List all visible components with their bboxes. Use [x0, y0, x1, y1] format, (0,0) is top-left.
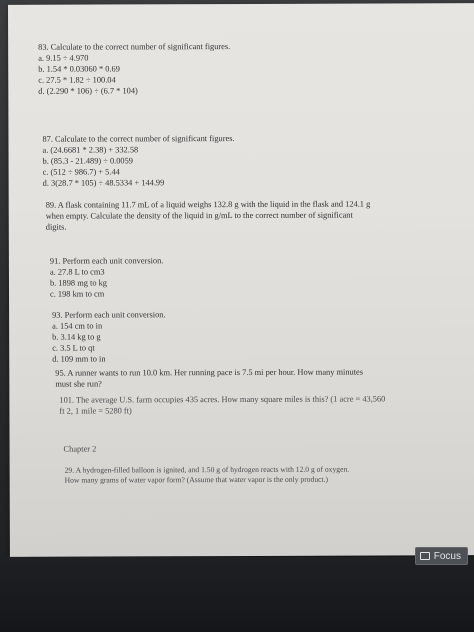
- q95-line2: must she run?: [55, 379, 102, 389]
- q93-title: 93. Perform each unit conversion.: [52, 310, 166, 320]
- focus-icon: [419, 552, 430, 560]
- q91-b: b. 1898 mg to kg: [49, 278, 107, 288]
- worksheet-page: 83. Calculate to the correct number of s…: [8, 3, 474, 557]
- q93-d: d. 109 mm to in: [52, 354, 106, 364]
- q101-line2: ft 2, 1 mile = 5280 ft): [59, 406, 132, 416]
- q91-c: c. 198 km to cm: [49, 289, 105, 299]
- q93-a: a. 154 cm to in: [52, 321, 103, 331]
- q101-line1: 101. The average U.S. farm occupies 435 …: [59, 394, 386, 405]
- q91-title: 91. Perform each unit conversion.: [49, 256, 164, 266]
- q87-d: d. 3(28.7 * 105) ÷ 48.5334 + 144.99: [42, 178, 165, 188]
- q83-title: 83. Calculate to the correct number of s…: [38, 42, 231, 52]
- q87-title: 87. Calculate to the correct number of s…: [42, 134, 235, 144]
- q87-c: c. (512 ÷ 986.7) + 5.44: [42, 167, 120, 177]
- q91-a: a. 27.8 L to cm3: [49, 267, 105, 277]
- chapter-heading: Chapter 2: [63, 444, 97, 454]
- q83-a: a. 9.15 ÷ 4.970: [38, 53, 89, 63]
- focus-button[interactable]: Focus: [414, 547, 468, 565]
- q83-d: d. (2.290 * 106) ÷ (6.7 * 104): [38, 86, 138, 96]
- q87-b: b. (85.3 - 21.489) ÷ 0.0059: [42, 156, 134, 166]
- q89-line3: digits.: [45, 222, 67, 232]
- q83-b: b. 1.54 * 0.03060 * 0.69: [38, 64, 120, 74]
- q89-line2: when empty. Calculate the density of the…: [45, 210, 353, 221]
- focus-button-label: Focus: [433, 550, 461, 562]
- q83-c: c. 27.5 * 1.82 ÷ 100.04: [38, 75, 116, 85]
- q95-line1: 95. A runner wants to run 10.0 km. Her r…: [55, 367, 364, 378]
- q93-c: c. 3.5 L to qt: [52, 343, 95, 353]
- q29-line2: How many grams of water vapor form? (Ass…: [64, 474, 329, 485]
- q89-line1: 89. A flask containing 11.7 mL of a liqu…: [45, 199, 371, 210]
- q87-a: a. (24.6681 * 2.38) + 332.58: [42, 145, 139, 155]
- q93-b: b. 3.14 kg to g: [52, 332, 101, 342]
- screen-bottom-bar: [0, 557, 474, 632]
